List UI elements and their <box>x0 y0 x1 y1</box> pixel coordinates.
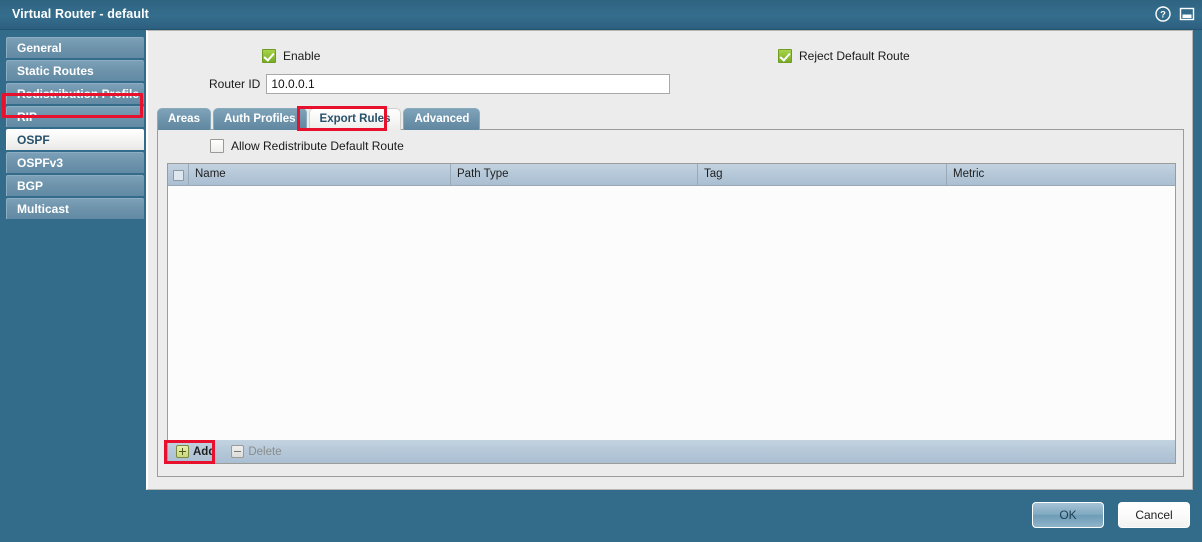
export-rules-panel: Allow Redistribute Default Route Name Pa… <box>157 129 1184 477</box>
select-all-checkbox[interactable] <box>172 169 184 181</box>
column-header-tag[interactable]: Tag <box>698 164 947 186</box>
tab-export-rules[interactable]: Export Rules <box>308 108 402 130</box>
delete-button: Delete <box>231 445 282 458</box>
reject-default-route-label: Reject Default Route <box>799 49 910 63</box>
sidebar-item-rip[interactable]: RIP <box>6 106 144 127</box>
dialog-title: Virtual Router - default <box>12 7 149 21</box>
router-id-label: Router ID <box>209 77 261 91</box>
delete-button-label: Delete <box>248 445 282 458</box>
sidebar-item-general[interactable]: General <box>6 37 144 58</box>
table-select-all-cell[interactable] <box>168 164 189 186</box>
ok-button[interactable]: OK <box>1032 502 1104 528</box>
allow-redistribute-label: Allow Redistribute Default Route <box>231 139 404 153</box>
svg-text:?: ? <box>1160 10 1166 21</box>
minimize-icon[interactable] <box>1178 5 1196 23</box>
export-rules-table: Name Path Type Tag Metric <box>167 163 1176 440</box>
add-button[interactable]: Add <box>176 445 215 458</box>
table-body-empty <box>168 186 1175 440</box>
help-icon[interactable]: ? <box>1154 5 1172 23</box>
dialog-footer: OK Cancel <box>0 490 1202 542</box>
plus-icon <box>176 445 189 458</box>
router-id-input[interactable] <box>266 74 671 94</box>
tab-auth-profiles[interactable]: Auth Profiles <box>212 108 307 130</box>
sidebar-item-multicast[interactable]: Multicast <box>6 198 144 219</box>
add-button-label: Add <box>193 445 216 458</box>
reject-default-route-checkbox[interactable] <box>778 49 792 63</box>
cancel-button[interactable]: Cancel <box>1118 502 1190 528</box>
top-fields: Enable Reject Default Route Router ID <box>148 31 1192 103</box>
table-header-row: Name Path Type Tag Metric <box>168 164 1175 186</box>
minus-icon <box>231 445 245 458</box>
content-panel: Enable Reject Default Route Router ID Ar… <box>146 30 1193 490</box>
allow-redistribute-checkbox[interactable] <box>210 139 224 153</box>
allow-redistribute-row[interactable]: Allow Redistribute Default Route <box>210 139 404 153</box>
sidebar-item-ospf[interactable]: OSPF <box>6 129 144 150</box>
sidebar-item-static-routes[interactable]: Static Routes <box>6 60 144 81</box>
enable-label: Enable <box>283 49 321 63</box>
tab-strip: Areas Auth Profiles Export Rules Advance… <box>157 107 481 130</box>
column-header-metric[interactable]: Metric <box>947 164 1175 186</box>
tab-areas[interactable]: Areas <box>157 108 211 130</box>
table-action-bar: Add Delete <box>167 440 1176 464</box>
sidebar-item-bgp[interactable]: BGP <box>6 175 144 196</box>
column-header-name[interactable]: Name <box>189 164 451 186</box>
router-id-row: Router ID <box>209 74 671 94</box>
sidebar-item-redistribution-profile[interactable]: Redistribution Profile <box>6 83 144 104</box>
enable-checkbox-row[interactable]: Enable <box>262 49 320 63</box>
enable-checkbox[interactable] <box>262 49 276 63</box>
sidebar-item-ospfv3[interactable]: OSPFv3 <box>6 152 144 173</box>
reject-default-route-row[interactable]: Reject Default Route <box>778 49 910 63</box>
titlebar-icon-group: ? <box>1154 5 1196 23</box>
column-header-path-type[interactable]: Path Type <box>451 164 698 186</box>
virtual-router-dialog: Virtual Router - default ? General Stati… <box>0 0 1202 542</box>
sidebar: General Static Routes Redistribution Pro… <box>0 30 146 542</box>
tab-advanced[interactable]: Advanced <box>403 108 481 130</box>
dialog-titlebar: Virtual Router - default ? <box>0 0 1202 30</box>
